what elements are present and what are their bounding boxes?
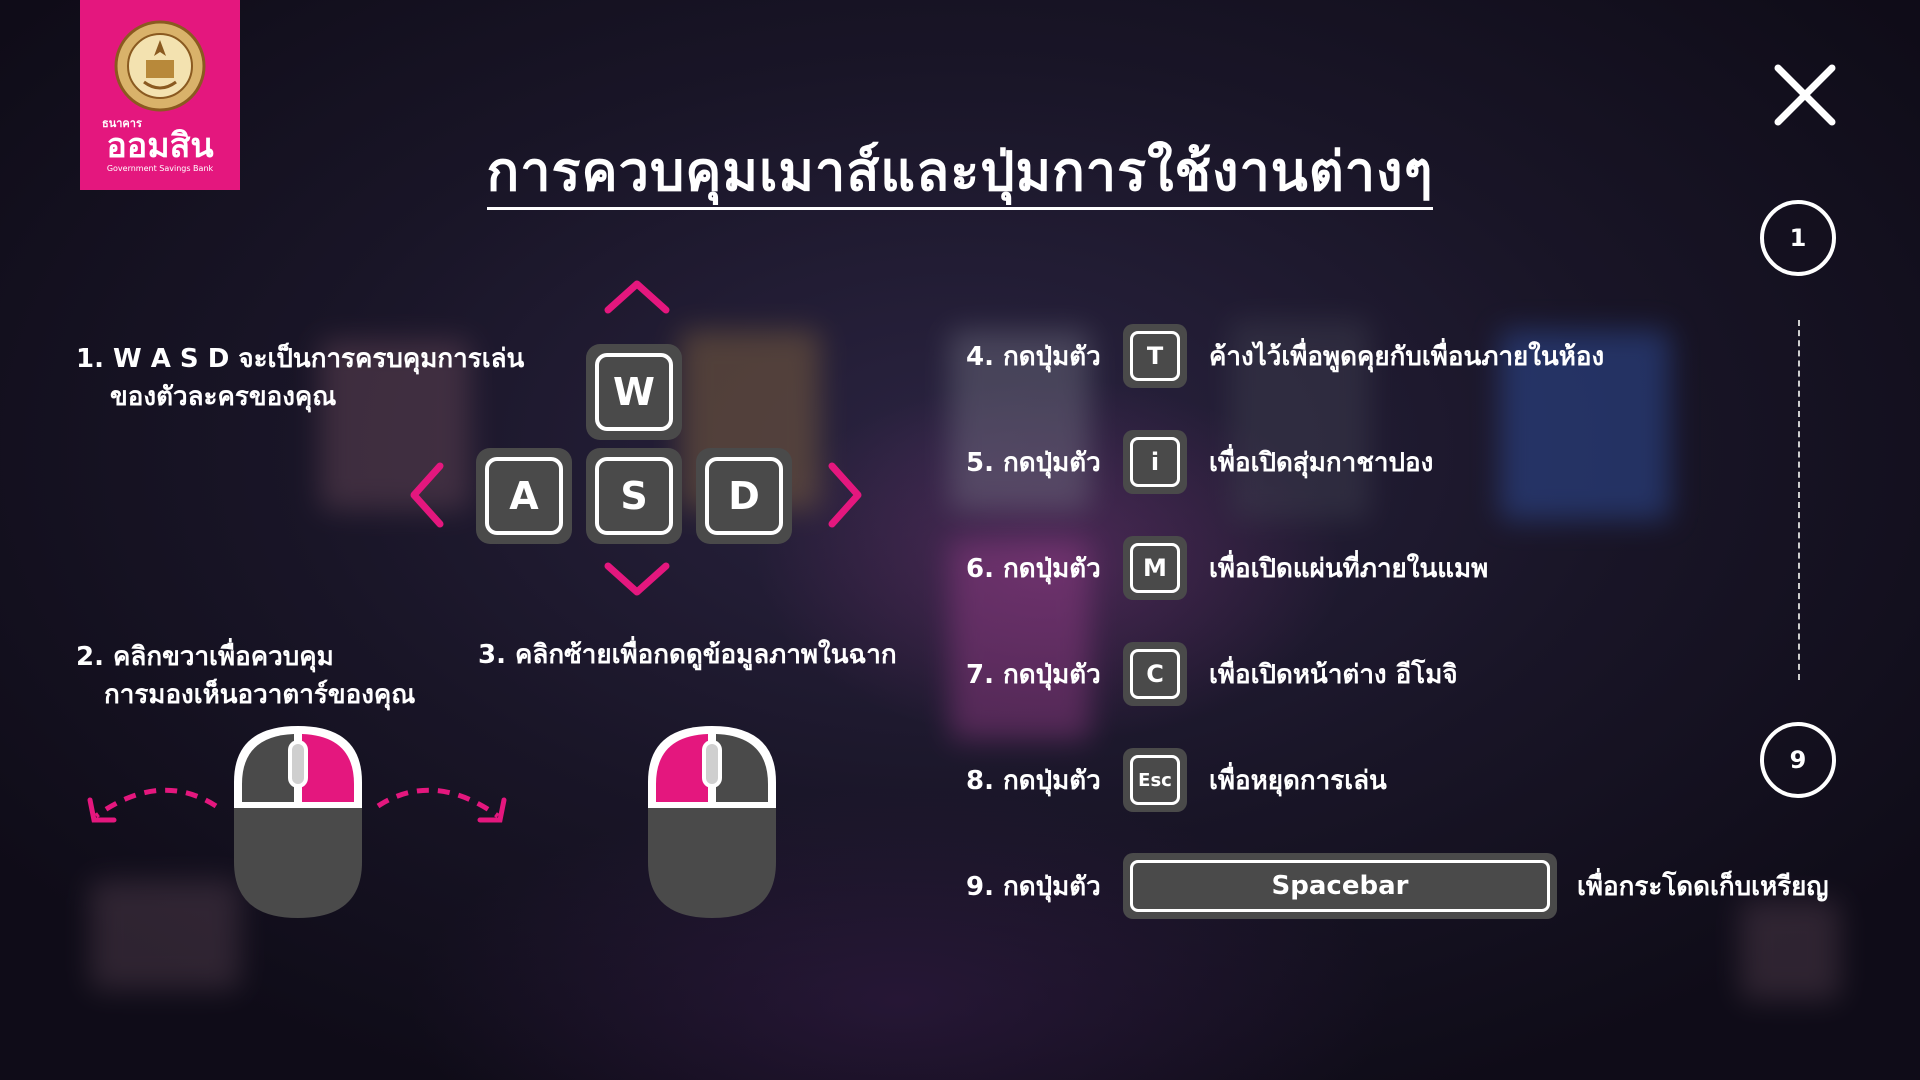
arrow-right-icon — [828, 462, 862, 528]
instruction-3: 3. คลิกซ้ายเพื่อกดดูข้อมูลภาพในฉาก — [478, 640, 897, 670]
control-row-spacebar: 9. กดปุ่มตัว Spacebar เพื่อกระโดดเก็บเหร… — [966, 853, 1829, 919]
background-frame — [90, 880, 240, 990]
key-t: T — [1123, 324, 1187, 388]
control-row-esc: 8. กดปุ่มตัว Esc เพื่อหยุดการเล่น — [966, 748, 1387, 812]
control-row-t: 4. กดปุ่มตัว T ค้างไว้เพื่อพูดคุยกับเพื่… — [966, 324, 1604, 388]
arrow-down-icon — [604, 562, 670, 596]
key-i: i — [1123, 430, 1187, 494]
page-title: การควบคุมเมาส์และปุ่มการใช้งานต่างๆ — [0, 128, 1920, 214]
key-esc: Esc — [1123, 748, 1187, 812]
page-indicator-current[interactable]: 1 — [1760, 200, 1836, 276]
key-s: S — [586, 448, 682, 544]
arrow-left-icon — [410, 462, 444, 528]
key-c: C — [1123, 642, 1187, 706]
key-w: W — [586, 344, 682, 440]
rotate-left-arrow-icon — [87, 787, 218, 823]
instruction-1: 1. W A S D จะเป็นการครบคุมการเล่น ของตัว… — [76, 344, 525, 412]
bank-seal-icon — [114, 20, 206, 112]
pager-track — [1798, 320, 1800, 680]
mouse-left-click-icon — [648, 726, 776, 918]
rotate-right-arrow-icon — [376, 787, 507, 823]
mouse-right-click-icon — [234, 726, 362, 918]
control-row-m: 6. กดปุ่มตัว M เพื่อเปิดแผ่นที่ภายในแมพ — [966, 536, 1488, 600]
control-row-c: 7. กดปุ่มตัว C เพื่อเปิดหน้าต่าง อีโมจิ — [966, 642, 1458, 706]
page-indicator-last[interactable]: 9 — [1760, 722, 1836, 798]
close-icon[interactable] — [1772, 62, 1838, 128]
key-spacebar: Spacebar — [1123, 853, 1557, 919]
key-d: D — [696, 448, 792, 544]
control-row-i: 5. กดปุ่มตัว i เพื่อเปิดสุ่มกาชาปอง — [966, 430, 1433, 494]
key-m: M — [1123, 536, 1187, 600]
key-a: A — [476, 448, 572, 544]
instruction-2: 2. คลิกขวาเพื่อควบคุม การมองเห็นอวาตาร์ข… — [76, 642, 416, 710]
arrow-up-icon — [604, 280, 670, 314]
